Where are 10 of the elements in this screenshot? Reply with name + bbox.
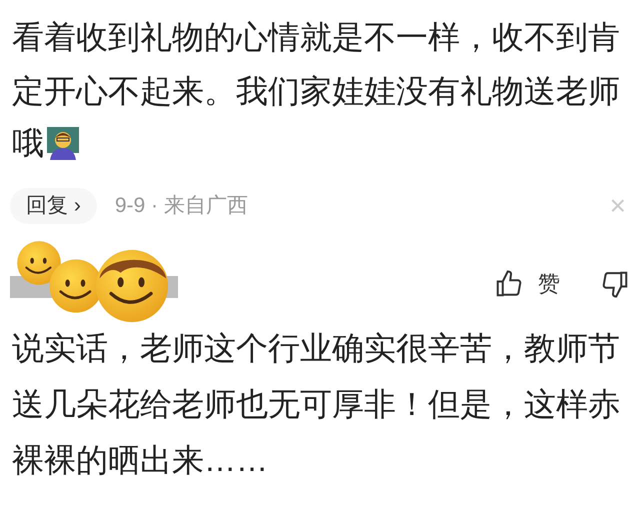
smiley-sticker-icon [94, 248, 170, 324]
like-label[interactable]: 赞 [538, 267, 560, 300]
comment-text: 说实话，老师这个行业确实很辛苦，教师节送几朵花给老师也无可厚非！但是，这样赤裸裸的晒出来…… [12, 329, 621, 480]
reply-button[interactable]: 回复 › [10, 188, 97, 224]
teacher-emoji-icon [46, 126, 80, 160]
comment-meta: 9-9 · 来自广西 [114, 193, 248, 220]
comment-text: 看着收到礼物的心情就是不一样，收不到肯定开心不起来。我们家娃娃没有礼物送老师 [12, 18, 621, 111]
thumbs-up-icon[interactable] [494, 268, 524, 298]
smiley-sticker-icon [16, 240, 62, 286]
comment-text: 哦 [12, 124, 44, 163]
